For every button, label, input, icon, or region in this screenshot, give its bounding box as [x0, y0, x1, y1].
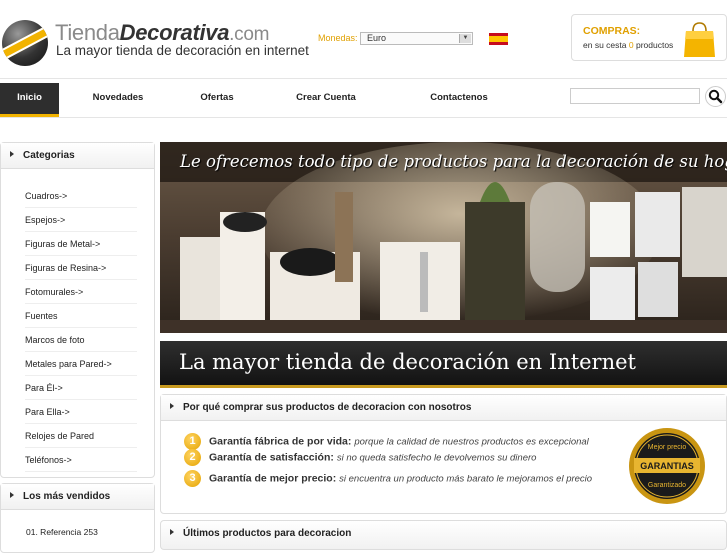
guarantee-desc: si no queda satisfecho le devolvemos su … [336, 452, 537, 464]
seal-top-text: Mejor precio [648, 444, 687, 451]
cart-count: 0 [628, 40, 634, 50]
category-item[interactable]: Fuentes [25, 304, 137, 328]
guarantee-row: 3 Garantía de mejor precio: si encuentra … [184, 470, 592, 487]
cart-summary: en su cesta 0 productos [583, 40, 673, 50]
cart-text-after: productos [635, 40, 674, 50]
category-item[interactable]: Teléfonos-> [25, 448, 137, 472]
number-2-icon: 2 [184, 449, 201, 466]
category-item[interactable]: Cuadros-> [25, 184, 137, 208]
currency-selected-value: Euro [367, 33, 387, 43]
category-item[interactable]: Figuras de Resina-> [25, 256, 137, 280]
nav-item-crear-cuenta[interactable]: Crear Cuenta [280, 83, 372, 117]
category-item[interactable]: Espejos-> [25, 208, 137, 232]
shopping-bag-icon[interactable] [683, 21, 716, 58]
guarantee-desc: si encuentra un producto más barato le m… [339, 473, 593, 485]
cart-box[interactable]: COMPRAS: en su cesta 0 productos [571, 14, 727, 61]
guarantee-title: Garantía fábrica de por vida: [209, 435, 352, 448]
spain-flag-icon[interactable] [489, 33, 508, 45]
guarantee-desc: porque la calidad de nuestros productos … [354, 436, 589, 448]
logo-part-1: Tienda [55, 20, 120, 45]
currency-label: Monedas: [318, 33, 358, 43]
guarantee-title: Garantía de mejor precio: [209, 472, 337, 485]
bestsellers-title: Los más vendidos [23, 491, 111, 502]
chevron-down-icon: ▼ [459, 34, 471, 43]
why-buy-header: Por qué comprar sus productos de decorac… [161, 395, 726, 421]
latest-products-title: Últimos productos para decoracion [183, 528, 352, 539]
categories-title: Categorias [23, 150, 75, 161]
banner-headline: Le ofrecemos todo tipo de productos para… [180, 152, 727, 171]
arrow-right-icon [170, 403, 174, 409]
header: TiendaDecorativa.com La mayor tienda de … [0, 0, 727, 78]
seal-bottom-text: Garantizado [648, 482, 686, 489]
nav-item-inicio[interactable]: Inicio [0, 83, 59, 117]
currency-select[interactable]: Euro ▼ [360, 32, 473, 45]
logo-tagline: La mayor tienda de decoración en interne… [56, 43, 309, 58]
search-button[interactable] [705, 86, 726, 107]
category-item[interactable]: Marcos de foto [25, 328, 137, 352]
arrow-right-icon [10, 492, 14, 498]
why-buy-box: Por qué comprar sus productos de decorac… [160, 394, 727, 514]
why-buy-title: Por qué comprar sus productos de decorac… [183, 402, 472, 413]
logo-part-2: Decorativa [119, 20, 230, 45]
showroom-banner[interactable]: Le ofrecemos todo tipo de productos para… [160, 142, 727, 333]
tagline-banner-text: La mayor tienda de decoración en Interne… [179, 350, 636, 374]
category-item[interactable]: Figuras de Metal-> [25, 232, 137, 256]
nav-item-ofertas[interactable]: Ofertas [180, 83, 254, 117]
number-1-icon: 1 [184, 433, 201, 450]
main-nav: Inicio Novedades Ofertas Crear Cuenta Co… [0, 78, 727, 118]
category-item[interactable]: Relojes de Pared [25, 424, 137, 448]
bestsellers-header: Los más vendidos [1, 484, 154, 510]
category-item[interactable]: Para Ella-> [25, 400, 137, 424]
search-input[interactable] [570, 88, 700, 104]
guarantee-row: 1 Garantía fábrica de por vida: porque la… [184, 433, 589, 450]
cart-title: COMPRAS: [583, 25, 641, 37]
category-item[interactable]: Metales para Pared-> [25, 352, 137, 376]
guarantee-seal-icon: GARANTIAS Mejor precio Garantizado [629, 428, 705, 504]
category-item[interactable]: Fotomurales-> [25, 280, 137, 304]
bestseller-item[interactable]: 01. Referencia 253 [26, 527, 98, 537]
bestsellers-box: Los más vendidos 01. Referencia 253 [0, 483, 155, 553]
nav-item-contactenos[interactable]: Contactenos [416, 83, 502, 117]
seal-middle-text: GARANTIAS [640, 461, 694, 471]
guarantee-row: 2 Garantía de satisfacción: si no queda s… [184, 449, 536, 466]
cart-text-before: en su cesta [583, 40, 627, 50]
search-icon [708, 89, 723, 104]
arrow-right-icon [10, 151, 14, 157]
tagline-banner: La mayor tienda de decoración en Interne… [160, 341, 727, 388]
guarantee-title: Garantía de satisfacción: [209, 451, 334, 464]
categories-header: Categorias [1, 143, 154, 169]
number-3-icon: 3 [184, 470, 201, 487]
nav-item-novedades[interactable]: Novedades [78, 83, 158, 117]
logo-part-3: .com [229, 24, 270, 45]
latest-products-header[interactable]: Últimos productos para decoracion [160, 520, 727, 550]
category-item[interactable]: Para Él-> [25, 376, 137, 400]
logo-icon[interactable] [2, 20, 48, 66]
arrow-right-icon [170, 529, 174, 535]
